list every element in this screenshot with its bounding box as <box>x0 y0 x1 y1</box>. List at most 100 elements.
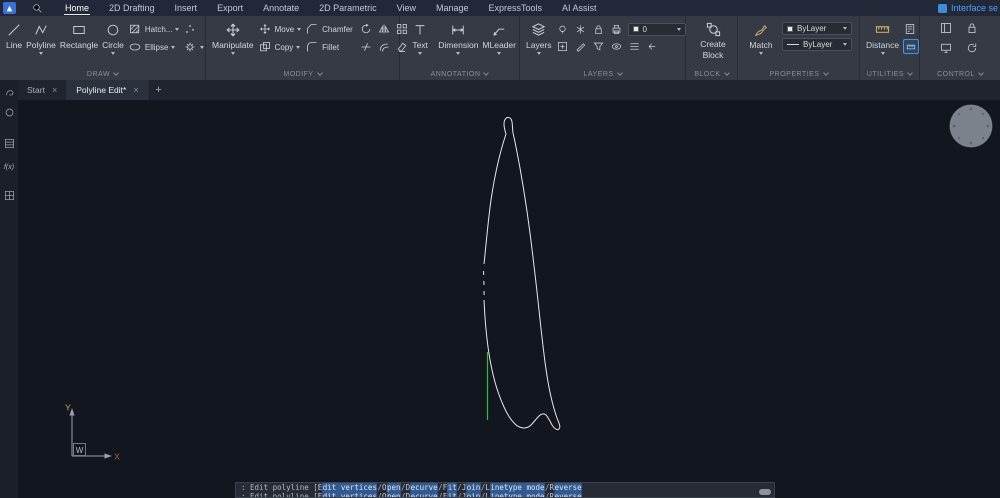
layer-color-swatch <box>633 26 639 32</box>
circle-icon <box>106 21 120 38</box>
chevron-down-icon <box>113 70 119 76</box>
caret-down-icon <box>296 46 300 49</box>
sync-icon[interactable] <box>965 41 979 55</box>
menu-item-annotate[interactable]: Annotate <box>253 0 309 16</box>
menu-item-home[interactable]: Home <box>55 0 99 16</box>
circle-label: Circle <box>102 40 124 50</box>
search-icon[interactable] <box>32 3 43 14</box>
layers-button[interactable]: Layers <box>526 19 552 55</box>
app-logo[interactable] <box>3 2 16 14</box>
layer-plot-icon[interactable] <box>610 22 624 36</box>
quick-measure-toggle[interactable] <box>903 39 919 54</box>
datagrid-panel-icon[interactable] <box>2 188 16 202</box>
new-tab-button[interactable]: + <box>149 80 169 100</box>
menu-item-insert[interactable]: Insert <box>165 0 208 16</box>
draw-settings-button[interactable] <box>183 40 204 54</box>
command-option-linetype-mode[interactable]: Linetype mode <box>485 492 545 498</box>
color-swatch <box>787 26 793 32</box>
draw-group-title: DRAW <box>87 71 110 78</box>
line-button[interactable]: Line <box>6 19 22 50</box>
layer-select-dropdown[interactable]: 0 <box>628 23 686 36</box>
tab-close-icon[interactable]: × <box>133 86 138 95</box>
command-option-open[interactable]: Open <box>382 492 401 498</box>
chevron-down-icon <box>823 70 829 76</box>
circle-tool-icon[interactable] <box>2 105 16 119</box>
rotate-icon[interactable] <box>359 22 373 36</box>
move-icon <box>258 22 272 36</box>
text-button[interactable]: Text <box>406 19 434 55</box>
menu-item-export[interactable]: Export <box>207 0 253 16</box>
command-scrollbar-thumb[interactable] <box>759 489 771 495</box>
polyline-button[interactable]: Polyline <box>26 19 56 55</box>
mirror-icon[interactable] <box>377 22 391 36</box>
trim-icon[interactable] <box>359 40 373 54</box>
control-group-title: CONTROL <box>937 71 975 78</box>
fields-panel-icon[interactable]: f(x) <box>2 160 16 174</box>
tab-close-icon[interactable]: × <box>52 86 57 95</box>
monitor-icon[interactable] <box>939 41 953 55</box>
offset-icon[interactable] <box>377 40 391 54</box>
document-tab-polyline-edit[interactable]: Polyline Edit*× <box>67 80 148 100</box>
layer-on-icon[interactable] <box>556 22 570 36</box>
hook-icon[interactable] <box>2 85 16 99</box>
current-layer-value: 0 <box>643 25 647 34</box>
distance-label: Distance <box>866 40 899 50</box>
fillet-button[interactable]: Fillet <box>305 40 353 54</box>
panels-icon[interactable] <box>939 21 953 35</box>
gear-icon <box>183 40 197 54</box>
distance-button[interactable]: Distance <box>866 19 899 55</box>
caret-down-icon <box>39 52 43 55</box>
mleader-button[interactable]: MLeader <box>482 19 516 55</box>
drawing-canvas[interactable]: W Y X <box>18 100 1000 498</box>
circle-button[interactable]: Circle <box>102 19 124 55</box>
command-option-fit[interactable]: Fit <box>443 492 458 498</box>
point-button[interactable] <box>183 22 204 36</box>
command-line-panel[interactable]: : Edit polyline [Edit vertices/Open/Decu… <box>235 482 775 498</box>
interface-label: Interface se <box>951 3 998 13</box>
view-compass[interactable] <box>950 105 992 147</box>
chamfer-button[interactable]: Chamfer <box>305 22 353 36</box>
lock-icon[interactable] <box>965 21 979 35</box>
create-block-button[interactable]: Create Block <box>692 19 734 60</box>
menu-item-manage[interactable]: Manage <box>426 0 479 16</box>
match-properties-button[interactable]: Match <box>744 19 778 55</box>
layer-previous-icon[interactable] <box>646 39 660 53</box>
calculator-icon[interactable] <box>903 22 917 36</box>
layer-isolate-icon[interactable] <box>610 39 624 53</box>
layer-states-icon[interactable] <box>628 39 642 53</box>
modify-group-label: MODIFY <box>206 71 399 78</box>
caret-down-icon <box>843 27 847 30</box>
command-option-reverse[interactable]: Reverse <box>550 492 583 498</box>
menu-item-2d-parametric[interactable]: 2D Parametric <box>309 0 387 16</box>
layer-filter-icon[interactable] <box>592 39 606 53</box>
ellipse-button[interactable]: Ellipse <box>128 40 180 54</box>
command-option-decurve[interactable]: Decurve <box>406 492 439 498</box>
menu-item-2d-drafting[interactable]: 2D Drafting <box>99 0 165 16</box>
menu-item-ai-assist[interactable]: AI Assist <box>552 0 607 16</box>
layer-lock-icon[interactable] <box>592 22 606 36</box>
copy-button[interactable]: Copy <box>258 40 302 54</box>
color-dropdown[interactable]: ByLayer <box>782 22 852 35</box>
caret-down-icon <box>175 28 179 31</box>
interface-settings-button[interactable]: Interface se <box>938 0 998 16</box>
caret-down-icon <box>456 52 460 55</box>
menubar-items: Home2D DraftingInsertExportAnnotate2D Pa… <box>55 0 607 16</box>
menu-item-view[interactable]: View <box>387 0 426 16</box>
layer-new-icon[interactable] <box>556 39 570 53</box>
command-option-edit-vertices[interactable]: Edit vertices <box>318 492 378 498</box>
rectangle-button[interactable]: Rectangle <box>60 19 98 50</box>
move-button[interactable]: Move <box>258 22 302 36</box>
utilities-group-label: UTILITIES <box>860 71 919 78</box>
dimension-button[interactable]: Dimension <box>438 19 478 55</box>
menu-item-expresstools[interactable]: ExpressTools <box>479 0 553 16</box>
fillet-label: Fillet <box>322 43 339 52</box>
document-tab-start[interactable]: Start× <box>18 80 67 100</box>
hatch-button[interactable]: Hatch... <box>128 22 180 36</box>
layer-freeze-icon[interactable] <box>574 22 588 36</box>
linetype-dropdown[interactable]: ByLayer <box>782 38 852 51</box>
polyline-entity[interactable] <box>484 117 560 429</box>
command-option-join[interactable]: Join <box>462 492 481 498</box>
manipulate-button[interactable]: Manipulate <box>212 19 254 55</box>
layer-edit-icon[interactable] <box>574 39 588 53</box>
properties-panel-icon[interactable] <box>2 136 16 150</box>
